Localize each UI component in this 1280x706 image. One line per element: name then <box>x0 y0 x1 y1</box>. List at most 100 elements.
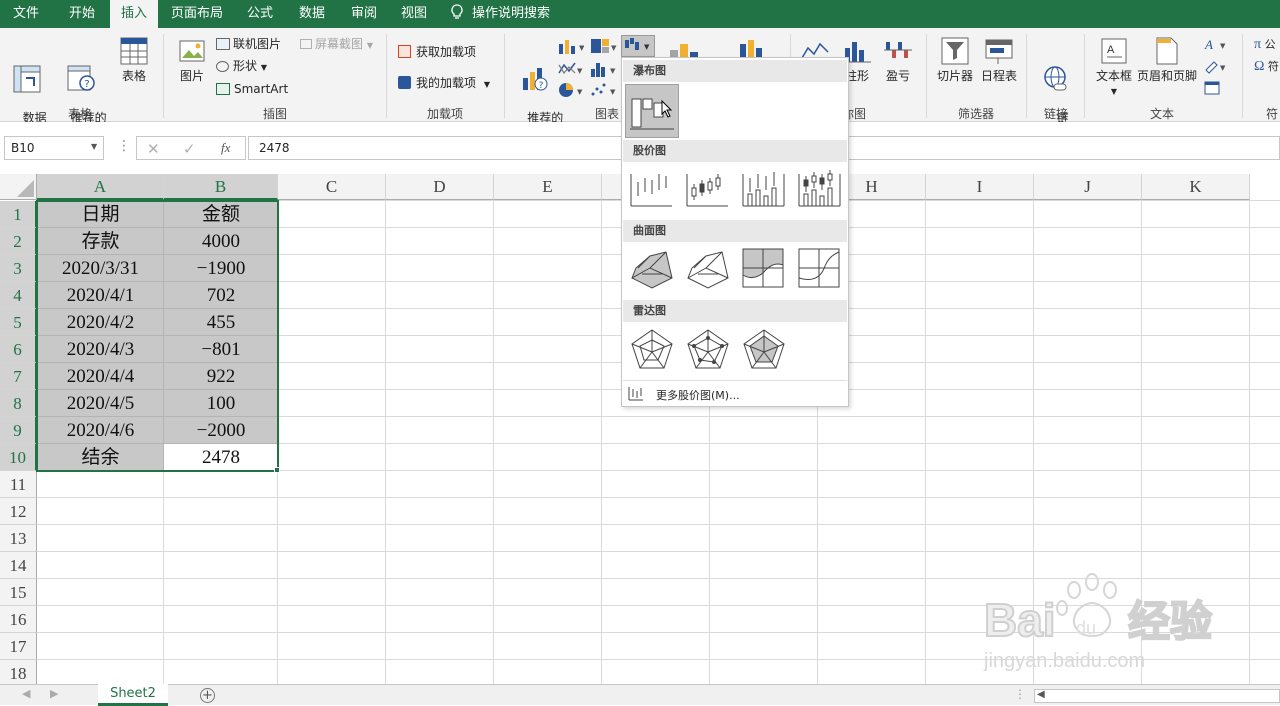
row-header-3[interactable]: 3 <box>0 255 37 282</box>
insert-function-icon[interactable]: fx <box>221 140 230 156</box>
symbol-icon[interactable]: Ω 符 <box>1254 58 1279 75</box>
statistic-chart-button[interactable]: ▼ <box>590 61 618 80</box>
smartart-button[interactable]: SmartArt <box>216 81 288 97</box>
column-header-j[interactable]: J <box>1034 174 1142 200</box>
cancel-icon[interactable]: ✕ <box>147 140 160 158</box>
table-button[interactable]: 表格 <box>116 36 152 83</box>
line-chart-icon: ▼ <box>558 62 583 75</box>
tab-review[interactable]: 审阅 <box>342 0 386 28</box>
waterfall-chart-option[interactable] <box>625 84 679 138</box>
column-chart-button[interactable]: ▼ <box>558 38 585 57</box>
scroll-right-icon[interactable]: ▶ <box>50 687 58 700</box>
sparkline-winloss-icon <box>884 42 912 58</box>
column-header-e[interactable]: E <box>494 174 602 200</box>
column-header-c[interactable]: C <box>278 174 386 200</box>
formula-bar-options-icon[interactable]: ⋮ <box>117 138 131 154</box>
tab-data[interactable]: 数据 <box>290 0 334 28</box>
wireframe-surface-icon <box>687 251 729 289</box>
row-header-2[interactable]: 2 <box>0 228 37 255</box>
scrollbar-thumb[interactable] <box>1049 691 1279 701</box>
slicer-button[interactable]: 切片器 <box>934 36 976 83</box>
enter-icon[interactable]: ✓ <box>183 140 196 158</box>
line-chart-button[interactable]: ▼ <box>558 61 584 80</box>
stock-vhlc-option[interactable] <box>740 164 788 212</box>
gridline-v <box>1249 201 1250 684</box>
textbox-button[interactable]: A 文本框 ▼ <box>1092 36 1136 99</box>
tell-me-search[interactable]: 操作说明搜索 <box>450 0 560 28</box>
timeline-button[interactable]: 日程表 <box>978 36 1020 83</box>
stock-ohlc-option[interactable] <box>684 164 732 212</box>
tab-page-layout[interactable]: 页面布局 <box>164 0 230 28</box>
textbox-label: 文本框 <box>1095 69 1132 83</box>
wordart-button[interactable]: A ▼ <box>1204 36 1230 55</box>
surface-3d-option[interactable] <box>628 244 676 292</box>
row-header-14[interactable]: 14 <box>0 552 37 579</box>
column-header-b[interactable]: B <box>164 174 278 200</box>
screenshot-button[interactable]: 屏幕截图 ▼ <box>300 36 373 54</box>
tab-insert[interactable]: 插入 <box>110 0 158 28</box>
my-addins-button[interactable]: 我的加载项 ▼ <box>398 75 490 93</box>
waterfall-chart-button[interactable]: ▼ <box>621 35 655 57</box>
picture-label: 图片 <box>179 69 204 83</box>
ribbon-separator <box>1026 34 1027 118</box>
tab-home[interactable]: 开始 <box>56 0 108 28</box>
scatter-chart-button[interactable]: ▼ <box>590 82 618 101</box>
filled-radar-option[interactable] <box>740 326 788 374</box>
equation-icon[interactable]: π 公 <box>1254 36 1276 53</box>
more-stock-charts-label: 更多股价图(M)... <box>656 389 740 402</box>
row-header-7[interactable]: 7 <box>0 363 37 390</box>
more-stock-charts-link[interactable]: 更多股价图(M)... <box>626 384 844 404</box>
tab-formulas[interactable]: 公式 <box>238 0 282 28</box>
contour-option[interactable] <box>740 244 788 292</box>
wireframe-surface-option[interactable] <box>684 244 732 292</box>
pie-chart-button[interactable]: ▼ <box>558 82 584 101</box>
row-header-17[interactable]: 17 <box>0 633 37 660</box>
row-header-6[interactable]: 6 <box>0 336 37 363</box>
sheet-tab-sheet2[interactable]: Sheet2 <box>98 684 168 706</box>
row-header-16[interactable]: 16 <box>0 606 37 633</box>
row-header-12[interactable]: 12 <box>0 498 37 525</box>
scroll-left-arrow-icon[interactable]: ◀ <box>1037 689 1045 700</box>
tab-file[interactable]: 文件 <box>0 0 52 28</box>
sparkline-winloss-button[interactable]: 盈亏 <box>881 36 915 83</box>
object-button[interactable] <box>1204 80 1222 99</box>
row-header-9[interactable]: 9 <box>0 417 37 444</box>
row-header-1[interactable]: 1 <box>0 201 37 228</box>
hierarchy-chart-button[interactable]: ▼ <box>590 38 618 57</box>
stock-vohlc-option[interactable] <box>796 164 844 212</box>
store-icon <box>398 45 411 58</box>
select-all-corner[interactable] <box>0 174 37 200</box>
radar-option[interactable] <box>628 326 676 374</box>
row-header-13[interactable]: 13 <box>0 525 37 552</box>
fill-handle[interactable] <box>274 467 280 473</box>
online-pictures-button[interactable]: 联机图片 <box>216 36 281 52</box>
picture-button[interactable]: 图片 <box>172 36 212 83</box>
signature-button[interactable]: ▼ <box>1204 58 1230 77</box>
row-header-5[interactable]: 5 <box>0 309 37 336</box>
scroll-left-icon[interactable]: ◀ <box>22 687 30 700</box>
stock-hlc-option[interactable] <box>628 164 676 212</box>
waterfall-icon <box>630 98 674 130</box>
row-header-4[interactable]: 4 <box>0 282 37 309</box>
row-header-15[interactable]: 15 <box>0 579 37 606</box>
column-header-k[interactable]: K <box>1142 174 1250 200</box>
wireframe-contour-option[interactable] <box>796 244 844 292</box>
radar-markers-option[interactable] <box>684 326 732 374</box>
header-footer-button[interactable]: 页眉和页脚 <box>1136 36 1198 83</box>
chevron-down-icon[interactable]: ▼ <box>91 142 97 151</box>
tab-view[interactable]: 视图 <box>392 0 436 28</box>
row-header-11[interactable]: 11 <box>0 471 37 498</box>
header-footer-icon <box>1156 37 1178 65</box>
column-header-d[interactable]: D <box>386 174 494 200</box>
add-sheet-icon[interactable]: + <box>200 688 215 703</box>
column-header-a[interactable]: A <box>37 174 164 200</box>
horizontal-scrollbar[interactable]: ◀ <box>1034 689 1280 703</box>
column-header-i[interactable]: I <box>926 174 1034 200</box>
row-header-18[interactable]: 18 <box>0 660 37 684</box>
row-header-8[interactable]: 8 <box>0 390 37 417</box>
options-dots-icon[interactable]: ⋮ <box>1014 687 1026 701</box>
shapes-button[interactable]: 形状 ▼ <box>216 58 267 76</box>
name-box[interactable]: B10 ▼ <box>4 136 104 160</box>
row-header-10[interactable]: 10 <box>0 444 37 471</box>
get-addins-button[interactable]: 获取加载项 <box>398 44 476 60</box>
